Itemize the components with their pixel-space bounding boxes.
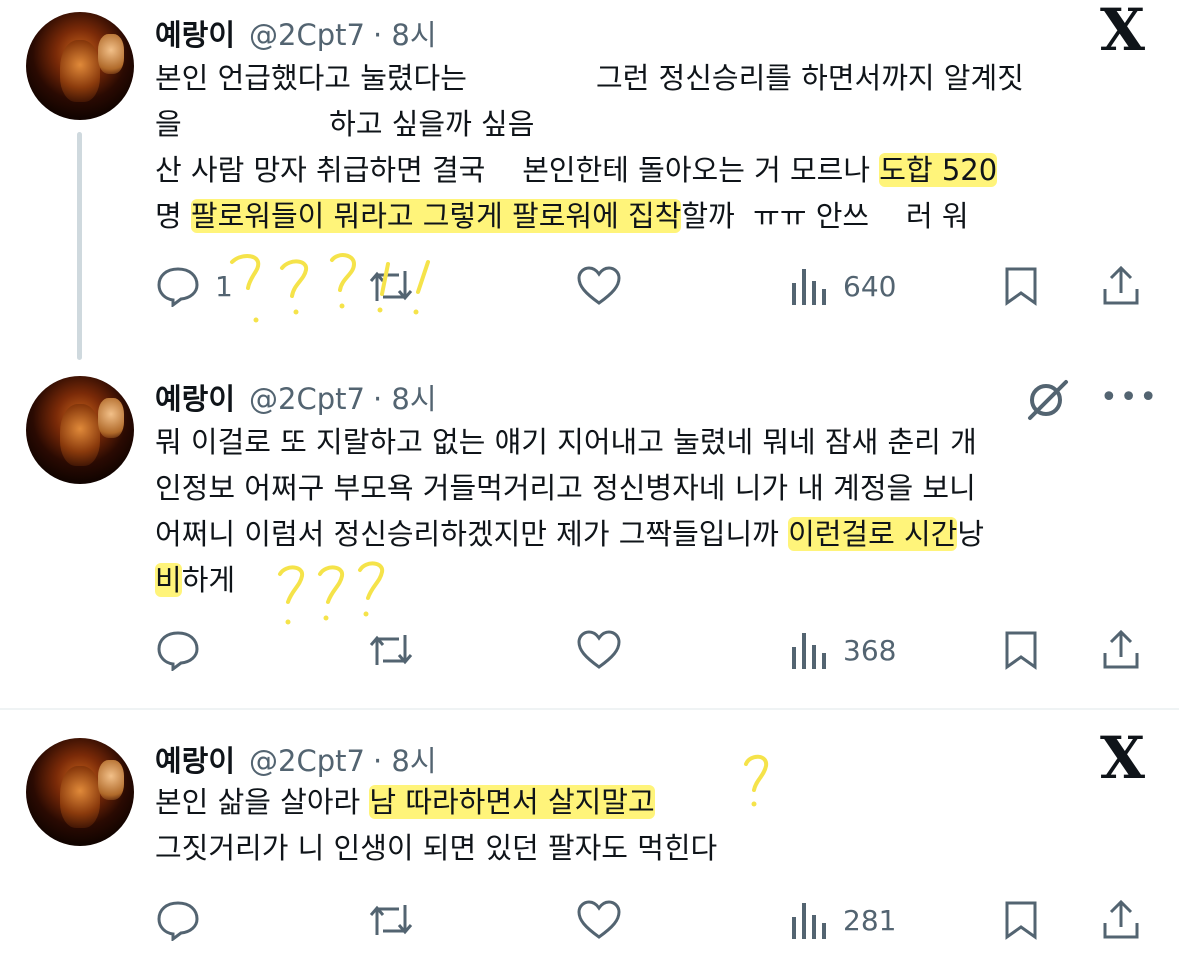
views-icon [792,269,826,305]
tweet-text: 본인 언급했다고 눌렸다는 그런 정신승리를 하면서까지 알계짓 을 하고 싶을… [155,55,1024,239]
annotation-question-mark [744,754,769,807]
avatar[interactable] [26,12,134,120]
timestamp[interactable]: · 8시 [373,376,437,418]
display-name[interactable]: 예랑이 [155,376,235,418]
views-count: 640 [843,269,897,303]
tweet-3[interactable]: 예랑이 @2Cpt7 · 8시 X 본인 삶을 살아라 남 따라하면서 살지말고… [0,710,1179,966]
views-icon [792,903,826,939]
tweet-text: 본인 삶을 살아라 남 따라하면서 살지말고 그짓거리가 니 인생이 되면 있던… [155,779,717,871]
like-icon [577,900,621,939]
share-icon [1103,899,1139,939]
tweet-1[interactable]: 예랑이 @2Cpt7 · 8시 X 본인 언급했다고 눌렸다는 그런 정신승리를… [0,0,1179,360]
views-button[interactable]: 368 [789,626,896,674]
more-icon[interactable]: ••• [1100,380,1159,415]
bookmark-button[interactable] [1001,896,1041,944]
x-logo-icon: X [1099,0,1145,64]
text-line: 할까 ㅠㅠ 안쓰 러 워 [681,199,969,233]
reply-count: 1 [215,269,233,303]
highlighted-text: 이런걸로 시간 [788,517,958,551]
text-line: 낭 [957,517,985,551]
bookmark-icon [1005,267,1037,306]
share-button[interactable] [1099,262,1143,310]
bookmark-button[interactable] [1001,626,1041,674]
action-bar: 281 [155,896,1145,944]
retweet-button[interactable] [365,262,417,310]
retweet-icon [369,271,413,301]
reply-icon [157,267,199,307]
views-icon [792,633,826,669]
text-line: 그짓거리가 니 인생이 되면 있던 팔자도 먹힌다 [155,831,718,865]
reply-icon [157,631,199,671]
share-icon [1103,265,1139,305]
action-bar: 368 [155,626,1145,674]
user-handle[interactable]: @2Cpt7 [249,744,365,778]
text-line: 어쩌니 이럼서 정신승리하겠지만 제가 그짝들입니까 [155,517,789,551]
text-line: 인정보 어쩌구 부모욕 거들먹거리고 정신병자네 니가 내 계정을 보니 [155,471,976,505]
highlighted-text: 도합 520 [879,153,998,187]
views-button[interactable]: 281 [789,896,896,944]
bookmark-icon [1005,901,1037,940]
share-icon [1103,629,1139,669]
tweet-header: 예랑이 @2Cpt7 · 8시 [155,376,437,418]
reply-icon [157,901,199,941]
reply-button[interactable]: 1 [155,262,233,310]
avatar[interactable] [26,376,134,484]
timestamp[interactable]: · 8시 [373,738,437,780]
tweet-text: 뭐 이걸로 또 지랄하고 없는 얘기 지어내고 눌렸네 뭐네 잠새 춘리 개 인… [155,419,984,603]
highlighted-text: 비 [155,563,182,597]
text-line: 뭐 이걸로 또 지랄하고 없는 얘기 지어내고 눌렸네 뭐네 잠새 춘리 개 [155,425,977,459]
tweet-header: 예랑이 @2Cpt7 · 8시 [155,12,437,54]
like-button[interactable] [575,262,623,310]
views-count: 281 [843,903,897,937]
tweet-header: 예랑이 @2Cpt7 · 8시 [155,738,437,780]
x-logo-icon: X [1099,724,1145,792]
action-bar: 1 640 [155,262,1145,310]
views-count: 368 [843,633,897,667]
text-line: 산 사람 망자 취급하면 결국 본인한테 돌아오는 거 모르나 [155,153,880,187]
share-button[interactable] [1099,896,1143,944]
retweet-button[interactable] [365,626,417,674]
share-button[interactable] [1099,626,1143,674]
reply-button[interactable] [155,626,201,674]
like-button[interactable] [575,896,623,944]
display-name[interactable]: 예랑이 [155,738,235,780]
highlighted-text: 남 따라하면서 살지말고 [369,785,655,819]
retweet-icon [369,905,413,935]
text-line: 본인 삶을 살아라 [155,785,370,819]
retweet-button[interactable] [365,896,417,944]
bookmark-button[interactable] [1001,262,1041,310]
like-button[interactable] [575,626,623,674]
text-line: 본인 언급했다고 눌렸다는 그런 정신승리를 하면서까지 알계짓 [155,61,1024,95]
views-button[interactable]: 640 [789,262,896,310]
user-handle[interactable]: @2Cpt7 [249,382,365,416]
user-handle[interactable]: @2Cpt7 [249,18,365,52]
bookmark-icon [1005,631,1037,670]
retweet-icon [369,635,413,665]
like-icon [577,630,621,669]
timestamp[interactable]: · 8시 [373,12,437,54]
tweet-2[interactable]: 예랑이 @2Cpt7 · 8시 ••• 뭐 이걸로 또 지랄하고 없는 얘기 지… [0,360,1179,708]
text-line: 하게 [181,563,236,597]
like-icon [577,266,621,305]
text-line: 명 [155,199,191,233]
reply-button[interactable] [155,896,201,944]
display-name[interactable]: 예랑이 [155,12,235,54]
grok-icon[interactable] [1024,376,1072,424]
text-line: 을 하고 싶을까 싶음 [155,107,535,141]
avatar[interactable] [26,738,134,846]
highlighted-text: 팔로워들이 뭐라고 그렇게 팔로워에 집착 [190,199,682,233]
thread-line [77,132,82,360]
